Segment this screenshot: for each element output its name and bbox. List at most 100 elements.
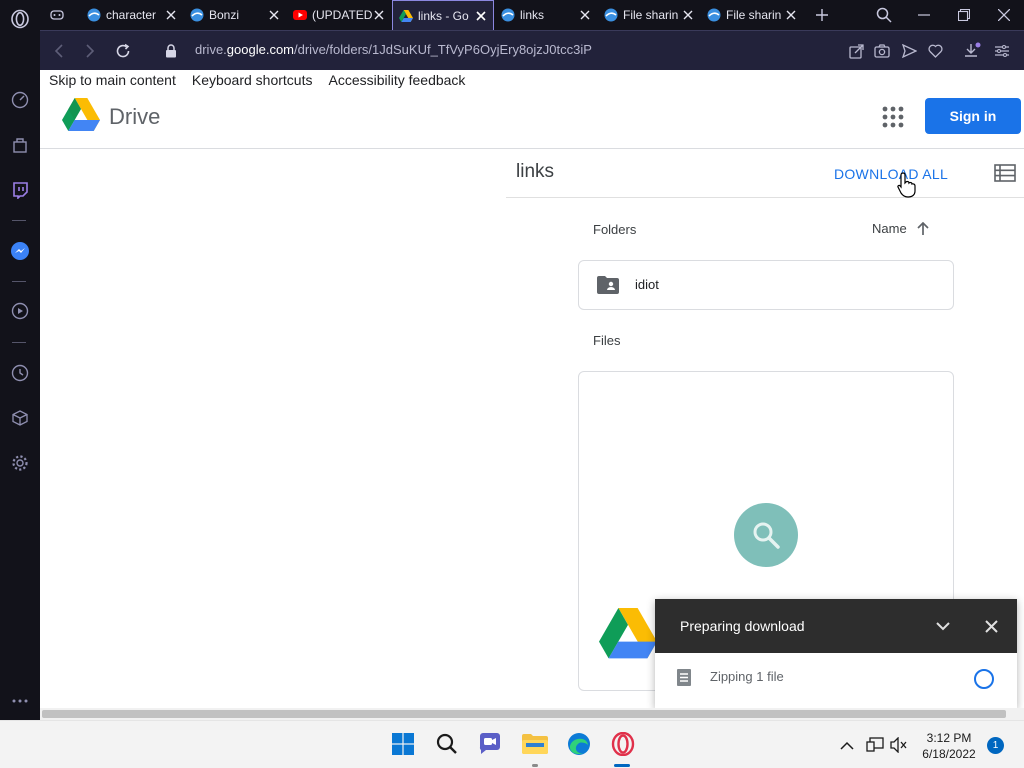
- google-apps-grid-icon[interactable]: [880, 104, 906, 130]
- settings-gear-icon[interactable]: [9, 452, 31, 474]
- url-field[interactable]: drive.google.com/drive/folders/1JdSuKUf_…: [195, 42, 592, 57]
- tab-file-sharing-2[interactable]: File sharin: [701, 0, 803, 30]
- collapse-chevron-icon[interactable]: [931, 614, 955, 638]
- lock-icon[interactable]: [160, 40, 182, 62]
- download-all-button[interactable]: DOWNLOAD ALL: [828, 160, 954, 188]
- drive-logo-text: Drive: [109, 104, 161, 129]
- new-tab-plus-icon[interactable]: [811, 4, 833, 26]
- network-icon[interactable]: [865, 735, 885, 755]
- close-tab-icon[interactable]: [266, 7, 282, 23]
- edge-wave-icon: [501, 8, 515, 22]
- tab-gamepad[interactable]: [44, 0, 80, 30]
- clock-date: 6/18/2022: [922, 747, 976, 761]
- magnifier-icon: [753, 522, 780, 549]
- scrollbar-thumb[interactable]: [42, 710, 1006, 718]
- sidebar-divider: [12, 342, 26, 343]
- opera-menu-icon[interactable]: [9, 8, 31, 30]
- close-tab-icon[interactable]: [163, 7, 179, 23]
- send-arrow-icon[interactable]: [899, 41, 919, 61]
- shared-folder-icon: [597, 276, 619, 294]
- download-popup-header: Preparing download: [655, 599, 1017, 653]
- speed-dial-icon[interactable]: [9, 89, 31, 111]
- messenger-icon[interactable]: [9, 240, 31, 262]
- twitch-icon[interactable]: [9, 179, 31, 201]
- close-tab-icon[interactable]: [577, 7, 593, 23]
- forward-arrow-icon[interactable]: [79, 40, 101, 62]
- history-icon[interactable]: [9, 362, 31, 384]
- folder-item[interactable]: idiot: [578, 260, 954, 310]
- downloads-icon[interactable]: [962, 41, 982, 61]
- download-status: Zipping 1 file: [710, 669, 784, 684]
- files-section-label: Files: [593, 333, 621, 348]
- google-drive-logo[interactable]: [62, 98, 100, 132]
- sort-by-name[interactable]: Name: [872, 221, 929, 236]
- snapshot-camera-icon[interactable]: [872, 41, 892, 61]
- share-icon[interactable]: [846, 41, 866, 61]
- drive-header: Drive Sign in: [40, 88, 1024, 149]
- system-clock[interactable]: 3:12 PM 6/18/2022: [918, 730, 980, 762]
- heart-icon[interactable]: [925, 41, 945, 61]
- document-icon: [677, 669, 691, 686]
- minimize-icon[interactable]: [913, 4, 935, 26]
- url-host: google.com: [226, 42, 295, 57]
- extensions-icon[interactable]: [9, 134, 31, 156]
- close-tab-icon[interactable]: [473, 8, 489, 24]
- close-tab-icon[interactable]: [371, 7, 387, 23]
- volume-muted-icon[interactable]: [889, 735, 909, 755]
- teams-chat-icon[interactable]: [476, 730, 504, 758]
- window-close-icon[interactable]: [993, 4, 1015, 26]
- player-icon[interactable]: [9, 300, 31, 322]
- tab-links-drive[interactable]: links - Go: [392, 0, 494, 30]
- download-popup-title: Preparing download: [680, 618, 805, 634]
- close-popup-icon[interactable]: [979, 614, 1003, 638]
- file-preview-placeholder: [734, 503, 798, 567]
- list-view-icon[interactable]: [994, 163, 1016, 183]
- tab-file-sharing-1[interactable]: File sharin: [598, 0, 700, 30]
- opera-taskbar-icon[interactable]: [609, 730, 637, 758]
- restore-icon[interactable]: [953, 4, 975, 26]
- back-arrow-icon[interactable]: [48, 40, 70, 62]
- skip-to-main-link[interactable]: Skip to main content: [49, 72, 176, 88]
- tab-bar: character Bonzi (UPDATED links - Go link…: [40, 0, 1024, 30]
- google-drive-icon: [399, 9, 413, 23]
- edge-wave-icon: [604, 8, 618, 22]
- edge-wave-icon: [707, 8, 721, 22]
- tab-updated[interactable]: (UPDATED: [287, 0, 391, 30]
- notification-badge[interactable]: 1: [987, 737, 1004, 754]
- easy-setup-icon[interactable]: [992, 41, 1012, 61]
- sign-in-button[interactable]: Sign in: [925, 98, 1021, 134]
- url-host-prefix: drive.: [195, 42, 227, 57]
- skip-links: Skip to main content Keyboard shortcuts …: [49, 72, 465, 88]
- hand-cursor-icon: [897, 172, 916, 198]
- sort-label: Name: [872, 221, 907, 236]
- folder-name: idiot: [635, 277, 659, 292]
- crypto-wallet-icon[interactable]: [9, 407, 31, 429]
- sidebar-divider: [12, 220, 26, 221]
- accessibility-feedback-link[interactable]: Accessibility feedback: [328, 72, 465, 88]
- horizontal-scrollbar[interactable]: [40, 708, 1024, 720]
- tab-character[interactable]: character: [81, 0, 183, 30]
- close-tab-icon[interactable]: [783, 7, 799, 23]
- reload-icon[interactable]: [112, 40, 134, 62]
- windows-start-icon[interactable]: [389, 730, 417, 758]
- clock-time: 3:12 PM: [926, 731, 972, 745]
- google-drive-file-icon: [599, 608, 657, 659]
- download-row: Zipping 1 file: [655, 653, 1017, 708]
- sidebar-divider: [12, 281, 26, 282]
- edge-wave-icon: [87, 8, 101, 22]
- tab-links[interactable]: links: [495, 0, 597, 30]
- show-hidden-icons-chevron[interactable]: [837, 735, 857, 755]
- edge-browser-icon[interactable]: [565, 730, 593, 758]
- file-explorer-icon[interactable]: [521, 730, 549, 758]
- more-dots-icon[interactable]: [9, 690, 31, 712]
- edge-wave-icon: [190, 8, 204, 22]
- browser-sidebar: [0, 0, 40, 720]
- keyboard-shortcuts-link[interactable]: Keyboard shortcuts: [192, 72, 313, 88]
- loading-spinner-icon: [974, 669, 994, 689]
- close-tab-icon[interactable]: [680, 7, 696, 23]
- search-icon[interactable]: [433, 730, 461, 758]
- running-indicator: [532, 764, 538, 767]
- tab-bonzi[interactable]: Bonzi: [184, 0, 286, 30]
- tab-search-icon[interactable]: [873, 4, 895, 26]
- arrow-up-icon[interactable]: [917, 221, 929, 236]
